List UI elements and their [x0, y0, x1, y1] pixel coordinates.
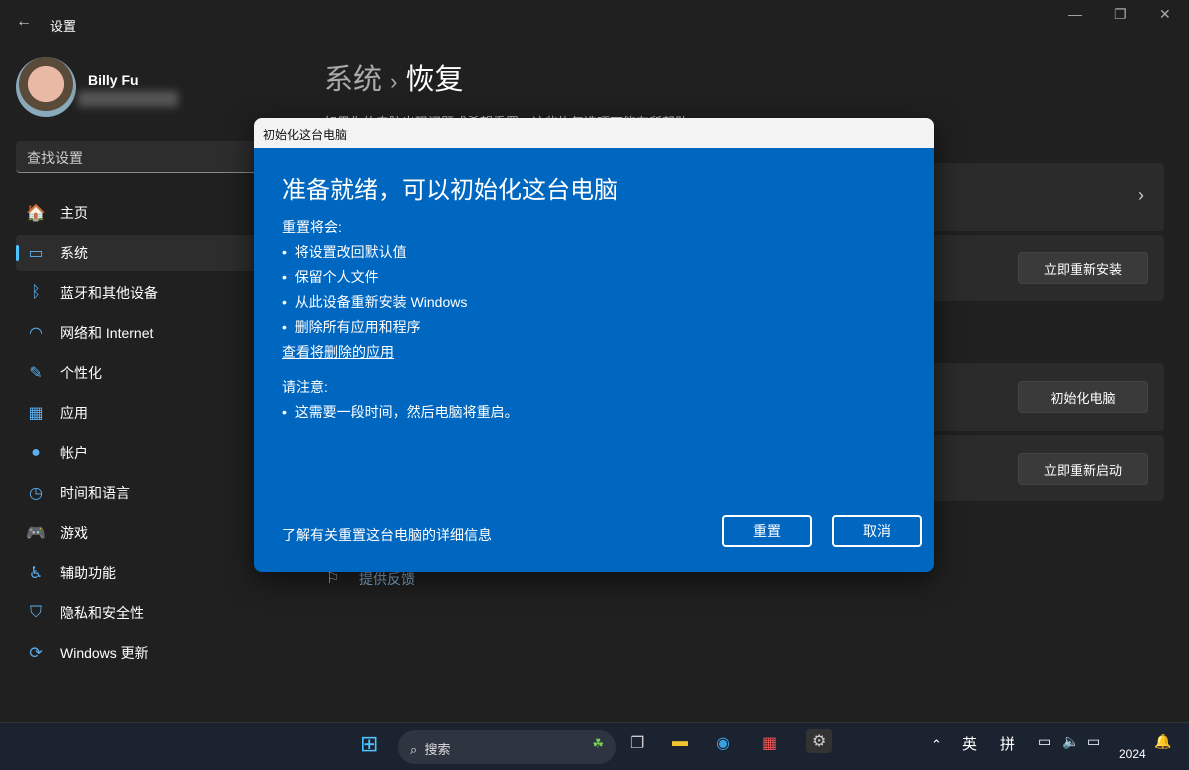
- notification-bell-icon[interactable]: 🔔: [1154, 733, 1171, 750]
- user-name: Billy Fu: [88, 72, 139, 88]
- breadcrumb-parent[interactable]: 系统: [324, 64, 382, 96]
- sidebar-item[interactable]: ◠ 网络和 Internet: [16, 315, 261, 351]
- sidebar-item[interactable]: ● 帐户: [16, 435, 261, 471]
- update-icon: ⟳: [29, 645, 43, 662]
- bluetooth-icon: ᛒ: [31, 284, 41, 301]
- accessibility-icon: ♿: [28, 565, 44, 582]
- sidebar-item-label: 隐私和安全性: [60, 605, 144, 621]
- sidebar-item[interactable]: ⛉ 隐私和安全性: [16, 595, 261, 631]
- person-icon: ●: [31, 444, 41, 461]
- sidebar-item[interactable]: ◷ 时间和语言: [16, 475, 261, 511]
- note-label: 请注意:: [282, 379, 328, 395]
- sidebar-item-label: 主页: [60, 205, 88, 221]
- back-arrow-icon[interactable]: ←: [16, 13, 32, 31]
- monitor-icon: ▭: [28, 245, 44, 262]
- ime-mode[interactable]: 拼: [1000, 733, 1015, 754]
- avatar[interactable]: [16, 57, 76, 117]
- network-icon[interactable]: ▭: [1038, 733, 1051, 750]
- battery-icon[interactable]: ▭: [1087, 733, 1100, 750]
- edge-icon[interactable]: ◉: [716, 733, 730, 753]
- task-view-icon[interactable]: ❐: [630, 733, 644, 753]
- view-apps-link[interactable]: 查看将删除的应用: [282, 342, 394, 362]
- page-title: 恢复: [405, 64, 464, 96]
- restart-now-button[interactable]: 立即重新启动: [1018, 453, 1148, 485]
- search-icon: ⌕: [410, 742, 418, 757]
- will-item: • 将设置改回默认值: [282, 244, 407, 260]
- sidebar-item-label: Windows 更新: [60, 645, 149, 661]
- brush-icon: ✎: [29, 365, 43, 382]
- reset-pc-button[interactable]: 初始化电脑: [1018, 381, 1148, 413]
- taskbar: ⊞ ⌕ 搜索 ☘ ❐ ▬ ◉ ▦ ⚙ ⌃ 英 拼 ▭ 🔈 ▭ 2024 🔔: [0, 722, 1189, 770]
- user-email-blurred: [78, 91, 178, 107]
- reset-button[interactable]: 重置: [722, 515, 812, 547]
- clock[interactable]: 2024: [1119, 747, 1146, 761]
- home-icon: 🏠: [26, 205, 46, 222]
- store-icon[interactable]: ▦: [762, 733, 777, 753]
- sidebar-item[interactable]: ᛒ 蓝牙和其他设备: [16, 275, 261, 311]
- start-windows-icon[interactable]: ⊞: [360, 731, 378, 757]
- sidebar-item[interactable]: ✎ 个性化: [16, 355, 261, 391]
- wifi-icon: ◠: [29, 325, 43, 342]
- gamepad-icon: 🎮: [26, 525, 46, 542]
- sidebar-item[interactable]: ▭ 系统: [16, 235, 261, 271]
- learn-more-link[interactable]: 了解有关重置这台电脑的详细信息: [282, 525, 492, 545]
- minimize-button[interactable]: —: [1068, 6, 1082, 22]
- sidebar-item-label: 游戏: [60, 525, 88, 541]
- taskbar-search[interactable]: ⌕ 搜索 ☘: [398, 730, 616, 764]
- settings-gear-icon[interactable]: ⚙: [806, 729, 833, 753]
- breadcrumb: 系统 › 恢复: [324, 56, 463, 98]
- clover-icon: ☘: [592, 736, 604, 751]
- sidebar-item[interactable]: 🏠 主页: [16, 195, 261, 231]
- will-item: • 从此设备重新安装 Windows: [282, 294, 468, 310]
- sidebar-item[interactable]: 🎮 游戏: [16, 515, 261, 551]
- reset-dialog: 初始化这台电脑 准备就绪，可以初始化这台电脑 重置将会: • 将设置改回默认值 …: [254, 118, 934, 572]
- sidebar-item-label: 蓝牙和其他设备: [60, 285, 158, 301]
- sidebar-item-label: 时间和语言: [60, 485, 130, 501]
- will-label: 重置将会:: [282, 219, 342, 235]
- maximize-button[interactable]: ❐: [1114, 6, 1127, 23]
- sidebar-item-label: 帐户: [60, 445, 88, 461]
- clock-globe-icon: ◷: [29, 485, 43, 502]
- sidebar-item-label: 辅助功能: [60, 565, 116, 581]
- shield-icon: ⛉: [29, 604, 42, 621]
- will-item: • 删除所有应用和程序: [282, 319, 421, 335]
- ime-language[interactable]: 英: [962, 733, 977, 754]
- volume-icon[interactable]: 🔈: [1062, 733, 1079, 750]
- sidebar-item-label: 应用: [60, 405, 88, 421]
- apps-icon: ▦: [28, 405, 44, 422]
- chevron-right-icon: ›: [1138, 185, 1144, 205]
- sidebar-item-label: 系统: [60, 245, 88, 261]
- chevron-up-icon[interactable]: ⌃: [931, 737, 942, 753]
- sidebar-item[interactable]: ⟳ Windows 更新: [16, 635, 261, 671]
- file-explorer-icon[interactable]: ▬: [672, 733, 688, 751]
- dialog-heading: 准备就绪，可以初始化这台电脑: [282, 177, 618, 204]
- feedback-link[interactable]: 提供反馈: [359, 569, 415, 589]
- dialog-title: 初始化这台电脑: [254, 118, 934, 148]
- close-button[interactable]: ✕: [1159, 6, 1171, 23]
- breadcrumb-separator: ›: [390, 69, 398, 94]
- reinstall-now-button[interactable]: 立即重新安装: [1018, 252, 1148, 284]
- will-item: • 保留个人文件: [282, 269, 379, 285]
- selection-indicator: [16, 245, 19, 261]
- sidebar-item[interactable]: ▦ 应用: [16, 395, 261, 431]
- note-item: • 这需要一段时间，然后电脑将重启。: [282, 404, 519, 420]
- search-input[interactable]: 查找设置: [16, 141, 266, 173]
- sidebar-item[interactable]: ♿ 辅助功能: [16, 555, 261, 591]
- window-title: 设置: [50, 19, 77, 34]
- sidebar-item-label: 网络和 Internet: [60, 325, 154, 341]
- sidebar-item-label: 个性化: [60, 365, 102, 381]
- cancel-button[interactable]: 取消: [832, 515, 922, 547]
